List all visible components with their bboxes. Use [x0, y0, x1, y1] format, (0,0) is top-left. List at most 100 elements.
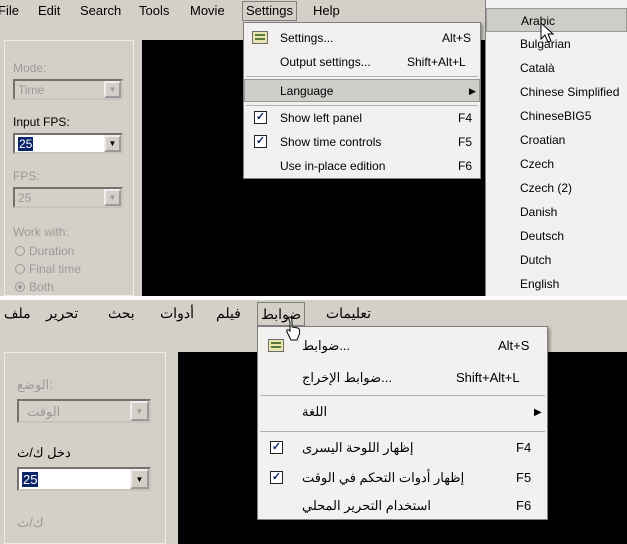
language-item[interactable]: Arabic	[486, 8, 627, 32]
menu-item-label: إظهار اللوحة اليسرى	[302, 440, 414, 455]
menu-search[interactable]: بحث	[108, 305, 135, 322]
menu-item-label: Settings...	[280, 31, 334, 45]
shortcut-label: F5	[516, 470, 532, 485]
checkbox-checked-icon: ✓	[270, 441, 283, 454]
menu-file[interactable]: File	[0, 3, 19, 18]
menu-item-label: Show time controls	[280, 135, 382, 149]
chevron-down-icon: ▼	[130, 401, 149, 421]
menu-item-label: Language	[280, 84, 334, 98]
menu-tools[interactable]: Tools	[139, 3, 169, 18]
menu-item-label: Output settings...	[280, 55, 371, 69]
chevron-down-icon: ▼	[104, 81, 121, 98]
menu-item-label: Show left panel	[280, 111, 363, 125]
menu-file[interactable]: ملف	[4, 305, 31, 322]
menu-item-output-settings[interactable]: ...ضوابط الإخراج Shift+Alt+L	[258, 365, 547, 391]
settings-dropdown: ...ضوابط Alt+S ...ضوابط الإخراج Shift+Al…	[257, 326, 548, 520]
menu-edit[interactable]: Edit	[38, 3, 60, 18]
input-fps-value: 25	[18, 137, 34, 151]
menu-item-settings[interactable]: Settings... Alt+S	[244, 27, 480, 49]
menu-item-show-left-panel[interactable]: ✓ Show left panel F4	[244, 107, 480, 129]
radio-both-label: Both	[29, 280, 54, 294]
english-window: File Edit Search Tools Movie Settings He…	[0, 0, 627, 296]
menu-bar: ملف تحرير بحث أدوات فيلم ضوابط تعليمات	[0, 300, 627, 326]
mode-select[interactable]: Time ▼	[13, 79, 123, 100]
radio-icon	[15, 246, 25, 256]
menu-item-in-place-edition[interactable]: استخدام التحرير المحلي F6	[258, 493, 547, 519]
left-panel: Mode: Time ▼ Input FPS: 25 ▼ FPS: 25 ▼ W…	[4, 40, 134, 296]
shortcut-label: F6	[458, 159, 473, 173]
language-item[interactable]: Danish	[486, 200, 627, 224]
menu-item-show-time-controls[interactable]: ✓ إظهار أدوات التحكم في الوقت F5	[258, 465, 547, 491]
fps-select[interactable]: 25 ▼	[13, 187, 123, 208]
language-item[interactable]: Chinese Simplified	[486, 80, 627, 104]
language-item[interactable]: Croatian	[486, 128, 627, 152]
language-submenu: Arabic Bulgarian Català Chinese Simplifi…	[485, 0, 627, 296]
shortcut-label: F6	[516, 498, 532, 513]
menu-settings[interactable]: Settings	[242, 1, 297, 21]
menu-help[interactable]: تعليمات	[326, 305, 371, 322]
menu-tools[interactable]: أدوات	[160, 305, 194, 322]
arabic-window: ملف تحرير بحث أدوات فيلم ضوابط تعليمات :…	[0, 300, 627, 544]
submenu-arrow-icon: ▶	[534, 407, 542, 418]
menu-movie[interactable]: Movie	[190, 3, 225, 18]
settings-icon	[268, 339, 284, 352]
language-item[interactable]: Czech (2)	[486, 176, 627, 200]
shortcut-label: F4	[516, 440, 532, 455]
fps-value: 25	[18, 191, 32, 205]
menu-item-language[interactable]: Language ▶	[244, 79, 480, 102]
menu-item-label: ...ضوابط الإخراج	[302, 370, 393, 385]
mouse-cursor-icon	[540, 22, 555, 43]
mode-value: الوقت	[27, 404, 61, 419]
input-fps-label: دخل ك/ث	[17, 445, 71, 460]
radio-final-time-label: Final time	[29, 262, 82, 276]
menu-item-in-place-edition[interactable]: Use in-place edition F6	[244, 155, 480, 177]
checkbox-checked-icon: ✓	[270, 471, 283, 484]
shortcut-label: Alt+S	[498, 338, 530, 353]
input-fps-select[interactable]: 25 ▼	[13, 133, 123, 154]
radio-both[interactable]: Both	[15, 280, 54, 294]
work-with-label: Work with:	[13, 225, 69, 239]
settings-dropdown: Settings... Alt+S Output settings... Shi…	[243, 22, 481, 179]
menu-item-show-left-panel[interactable]: ✓ إظهار اللوحة اليسرى F4	[258, 435, 547, 461]
chevron-down-icon: ▼	[130, 469, 149, 489]
menu-help[interactable]: Help	[313, 3, 340, 18]
menu-movie[interactable]: فيلم	[216, 305, 241, 322]
menu-edit[interactable]: تحرير	[46, 305, 78, 322]
radio-duration[interactable]: Duration	[15, 244, 74, 258]
checkbox-checked-icon: ✓	[254, 111, 267, 124]
fps-label: FPS:	[13, 169, 40, 183]
language-item[interactable]: Dutch	[486, 248, 627, 272]
mode-select[interactable]: الوقت ▼	[17, 399, 151, 423]
menu-separator	[260, 431, 545, 432]
mode-value: Time	[18, 83, 45, 97]
menu-item-language[interactable]: اللغة ▶	[258, 399, 547, 425]
language-item[interactable]: Czech	[486, 152, 627, 176]
mode-label: :الوضع	[17, 377, 53, 392]
submenu-arrow-icon: ▶	[469, 86, 476, 96]
radio-selected-icon	[15, 282, 25, 292]
checkbox-checked-icon: ✓	[254, 135, 267, 148]
language-item[interactable]: ChineseBIG5	[486, 104, 627, 128]
menu-separator	[246, 105, 478, 106]
menu-item-output-settings[interactable]: Output settings... Shift+Alt+L	[244, 51, 480, 73]
menu-search[interactable]: Search	[80, 3, 121, 18]
menu-item-label: ...ضوابط	[302, 338, 351, 353]
menu-item-show-time-controls[interactable]: ✓ Show time controls F5	[244, 131, 480, 153]
left-panel: :الوضع الوقت ▼ دخل ك/ث 25 ▼ ك/ث	[4, 352, 166, 544]
radio-final-time[interactable]: Final time	[15, 262, 81, 276]
chevron-down-icon: ▼	[104, 135, 121, 152]
language-item[interactable]: Català	[486, 56, 627, 80]
radio-icon	[15, 264, 25, 274]
language-item[interactable]: Bulgarian	[486, 32, 627, 56]
settings-icon	[252, 31, 268, 44]
input-fps-label: Input FPS:	[13, 115, 70, 129]
chevron-down-icon: ▼	[104, 189, 121, 206]
shortcut-label: Alt+S	[442, 31, 472, 45]
shortcut-label: F4	[458, 111, 473, 125]
mouse-cursor-icon	[286, 316, 301, 341]
input-fps-select[interactable]: 25 ▼	[17, 467, 151, 491]
language-item[interactable]: English	[486, 272, 627, 296]
language-item[interactable]: Deutsch	[486, 224, 627, 248]
radio-duration-label: Duration	[29, 244, 75, 258]
shortcut-label: F5	[458, 135, 473, 149]
